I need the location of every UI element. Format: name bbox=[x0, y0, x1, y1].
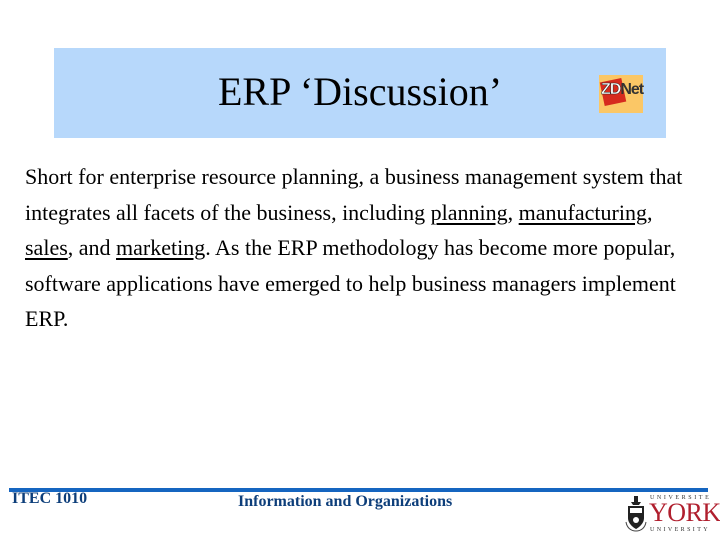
footer-course-title: Information and Organizations bbox=[238, 493, 453, 510]
zdnet-logo-icon: ZDNet bbox=[599, 75, 644, 113]
body-text-segment: , bbox=[507, 199, 519, 225]
title-banner: ERP ‘Discussion’ ZDNet bbox=[54, 48, 666, 138]
link-planning[interactable]: planning bbox=[431, 200, 508, 225]
york-university-logo: UNIVERSITE YORK UNIVERSITY bbox=[622, 494, 720, 536]
zdnet-logo-zd: ZD bbox=[601, 81, 622, 99]
slide-title: ERP ‘Discussion’ bbox=[217, 69, 503, 114]
york-logo-bottom-text: UNIVERSITY bbox=[650, 527, 710, 533]
zdnet-logo-text: ZDNet bbox=[601, 81, 644, 99]
body-paragraph: Short for enterprise resource planning, … bbox=[25, 159, 705, 337]
link-sales[interactable]: sales bbox=[25, 235, 68, 260]
body-text-segment: , and bbox=[67, 235, 117, 260]
body-text-segment: , bbox=[646, 199, 653, 225]
link-manufacturing[interactable]: manufacturing bbox=[519, 200, 647, 225]
york-logo-main-text: YORK bbox=[649, 498, 720, 527]
footer-course-code: ITEC 1010 bbox=[12, 490, 88, 507]
footer-divider bbox=[9, 488, 708, 492]
zdnet-logo-net: Net bbox=[620, 81, 644, 98]
link-marketing[interactable]: marketing bbox=[116, 235, 205, 260]
york-university-crest-icon bbox=[625, 496, 647, 532]
